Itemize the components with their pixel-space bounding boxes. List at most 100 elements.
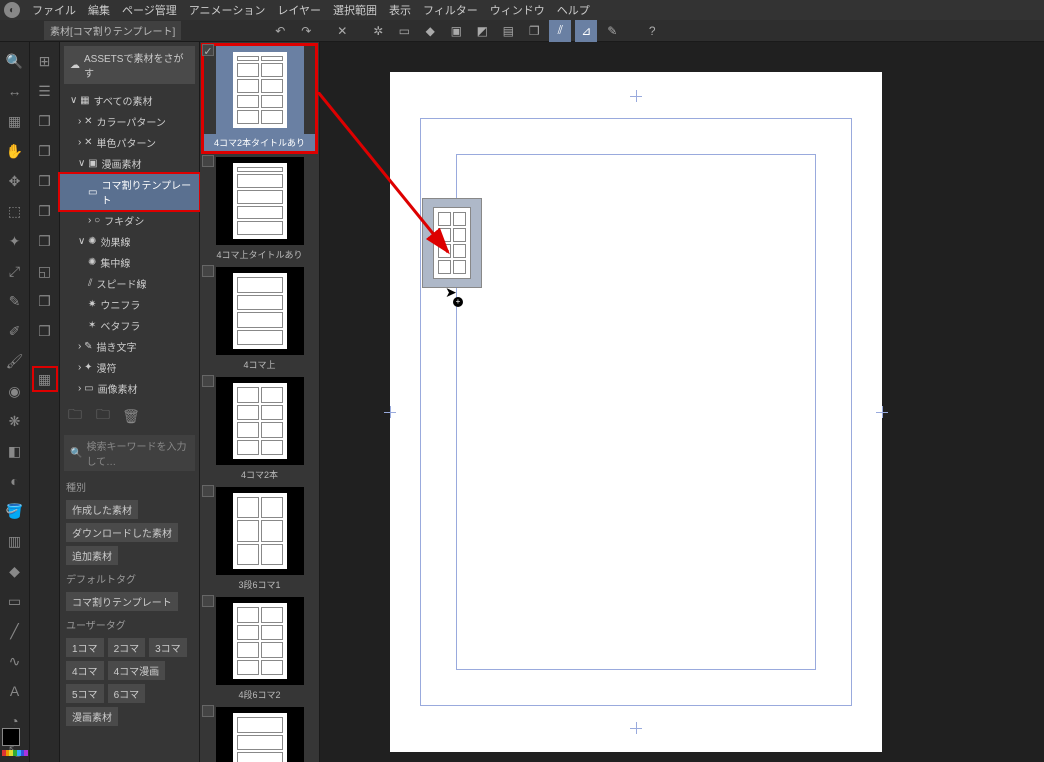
material-library-icon[interactable]: ▦ — [34, 368, 56, 390]
menu-anim[interactable]: アニメーション — [189, 2, 266, 18]
stack5-icon[interactable]: ❒ — [34, 230, 56, 252]
stack2-icon[interactable]: ❒ — [34, 140, 56, 162]
marquee-tool-icon[interactable]: ⬚ — [4, 200, 26, 222]
menu-window[interactable]: ウィンドウ — [490, 2, 545, 18]
color-swatches[interactable] — [2, 728, 28, 756]
tree-concentrated[interactable]: ✺ 集中線 — [60, 252, 199, 273]
gradient-tool-icon[interactable]: ▥ — [4, 530, 26, 552]
folder-icon[interactable]: 🗀 — [92, 405, 114, 427]
ruler-toggle-icon[interactable]: ⊿ — [575, 20, 597, 42]
menu-help[interactable]: ヘルプ — [557, 2, 590, 18]
tree-unifura[interactable]: ✷ ウニフラ — [60, 294, 199, 315]
menu-select[interactable]: 選択範囲 — [333, 2, 377, 18]
layers-icon[interactable]: ☰ — [34, 80, 56, 102]
user-tag-2[interactable]: 3コマ — [149, 638, 187, 657]
eraser-tool-icon[interactable]: ◧ — [4, 440, 26, 462]
thumb-checkbox[interactable] — [202, 375, 214, 387]
material-search-input[interactable]: 🔍 検索キーワードを入力して… — [64, 435, 195, 471]
canvas-page[interactable] — [390, 72, 882, 752]
tree-manpu[interactable]: › ✦ 漫符 — [60, 357, 199, 378]
thumb-checkbox[interactable] — [202, 705, 214, 717]
canvas-area[interactable] — [320, 42, 1044, 762]
menu-page[interactable]: ページ管理 — [122, 2, 177, 18]
spinner-icon[interactable]: ✲ — [367, 20, 389, 42]
transform-tool-icon[interactable]: ✥ — [4, 170, 26, 192]
stack6-icon[interactable]: ❒ — [34, 290, 56, 312]
menu-edit[interactable]: 編集 — [88, 2, 110, 18]
tree-drawn-text[interactable]: › ✎ 描き文字 — [60, 336, 199, 357]
gradient-icon[interactable]: ▤ — [497, 20, 519, 42]
pencil-tool-icon[interactable]: ✐ — [4, 320, 26, 342]
material-thumb-6[interactable]: 4コマ左タイトルあり — [204, 707, 315, 762]
trash-icon[interactable]: 🗑 — [120, 405, 142, 427]
tree-image-material[interactable]: › ▭ 画像素材 — [60, 378, 199, 399]
brush-icon[interactable]: ✎ — [601, 20, 623, 42]
hand-tool-icon[interactable]: ✋ — [4, 140, 26, 162]
menu-file[interactable]: ファイル — [32, 2, 76, 18]
airbrush-tool-icon[interactable]: ◉ — [4, 380, 26, 402]
user-tag-0[interactable]: 1コマ — [66, 638, 104, 657]
scale-icon[interactable]: ▭ — [393, 20, 415, 42]
stack4-icon[interactable]: ❒ — [34, 200, 56, 222]
cat-added[interactable]: 追加素材 — [66, 546, 118, 565]
default-tag[interactable]: コマ割りテンプレート — [66, 592, 178, 611]
material-panel-tab[interactable]: 素材[コマ割りテンプレート] — [44, 21, 181, 40]
menu-filter[interactable]: フィルター — [423, 2, 478, 18]
text-tool-icon[interactable]: A — [4, 680, 26, 702]
shape-tool-icon[interactable]: ◆ — [4, 560, 26, 582]
material-thumb-5[interactable]: 4段6コマ2 — [204, 597, 315, 701]
material-thumb-2[interactable]: 4コマ上 — [204, 267, 315, 371]
zoom-tool-icon[interactable]: 🔍 — [4, 50, 26, 72]
crop-icon[interactable]: ▣ — [445, 20, 467, 42]
tree-frame-template[interactable]: ▭ コマ割りテンプレート — [60, 174, 199, 210]
thumb-checkbox[interactable] — [202, 155, 214, 167]
select-tool-icon[interactable]: ▦ — [4, 110, 26, 132]
delete-icon[interactable]: ✕ — [331, 20, 353, 42]
frame-tool-icon[interactable]: ▭ — [4, 590, 26, 612]
tree-mono-pattern[interactable]: › ✕ 単色パターン — [60, 132, 199, 153]
user-tag-3[interactable]: 4コマ — [66, 661, 104, 680]
menu-layer[interactable]: レイヤー — [277, 2, 321, 18]
cube-icon[interactable]: ◱ — [34, 260, 56, 282]
stack3-icon[interactable]: ❒ — [34, 170, 56, 192]
cat-downloaded[interactable]: ダウンロードした素材 — [66, 523, 178, 542]
bucket-tool-icon[interactable]: 🪣 — [4, 500, 26, 522]
tree-speed[interactable]: ⫽ スピード線 — [60, 273, 199, 294]
user-tag-4[interactable]: 4コマ漫画 — [108, 661, 166, 680]
thumb-checkbox[interactable]: ✓ — [202, 44, 214, 56]
invert-icon[interactable]: ◩ — [471, 20, 493, 42]
fill-icon[interactable]: ◆ — [419, 20, 441, 42]
redo-icon[interactable]: ↷ — [295, 20, 317, 42]
quickaccess-icon[interactable]: ⊞ — [34, 50, 56, 72]
deco-tool-icon[interactable]: ❋ — [4, 410, 26, 432]
tree-balloon[interactable]: › ○ フキダシ — [60, 210, 199, 231]
curve-tool-icon[interactable]: ∿ — [4, 650, 26, 672]
user-tag-1[interactable]: 2コマ — [108, 638, 146, 657]
thumb-checkbox[interactable] — [202, 265, 214, 277]
thumb-checkbox[interactable] — [202, 595, 214, 607]
blend-tool-icon[interactable]: ◐ — [4, 470, 26, 492]
undo-icon[interactable]: ↶ — [269, 20, 291, 42]
help-icon[interactable]: ? — [641, 20, 663, 42]
tree-betafura[interactable]: ✶ ベタフラ — [60, 315, 199, 336]
brush-tool-icon[interactable]: 🖌 — [4, 350, 26, 372]
tree-manga-material[interactable]: ∨ ▣ 漫画素材 — [60, 153, 199, 174]
material-thumb-4[interactable]: 3段6コマ1 — [204, 487, 315, 591]
line-tool-icon[interactable]: ╱ — [4, 620, 26, 642]
move-tool-icon[interactable]: ↔ — [4, 80, 26, 102]
tree-effect-line[interactable]: ∨ ✺ 効果線 — [60, 231, 199, 252]
cat-created[interactable]: 作成した素材 — [66, 500, 138, 519]
tree-color-pattern[interactable]: › ✕ カラーパターン — [60, 111, 199, 132]
user-tag-7[interactable]: 漫画素材 — [66, 707, 118, 726]
folder-add-icon[interactable]: 🗀 — [64, 405, 86, 427]
material-thumb-1[interactable]: 4コマ上タイトルあり — [204, 157, 315, 261]
snap-toggle-icon[interactable]: ⫽ — [549, 20, 571, 42]
stack1-icon[interactable]: ❒ — [34, 110, 56, 132]
eyedropper-tool-icon[interactable]: ⤢ — [4, 260, 26, 282]
thumb-checkbox[interactable] — [202, 485, 214, 497]
wand-tool-icon[interactable]: ✦ — [4, 230, 26, 252]
material-thumb-0[interactable]: ✓4コマ2本タイトルあり — [204, 46, 315, 151]
search-assets-button[interactable]: ☁ ASSETSで素材をさがす — [64, 46, 195, 84]
pen-tool-icon[interactable]: ✎ — [4, 290, 26, 312]
stack7-icon[interactable]: ❒ — [34, 320, 56, 342]
